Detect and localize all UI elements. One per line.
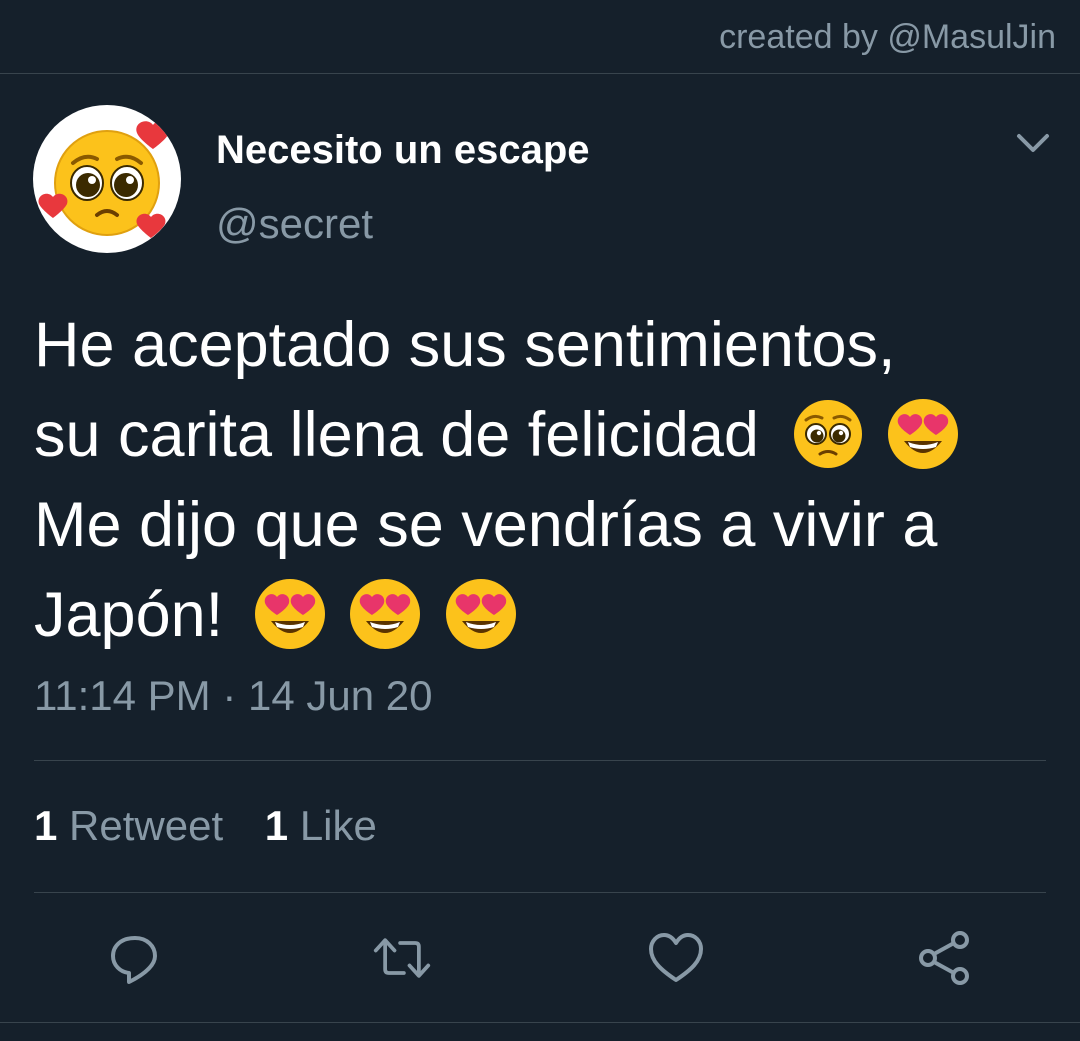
- like-label: Like: [299, 802, 377, 849]
- pleading-face-emoji-icon: [794, 400, 863, 469]
- tweet-line: Japón!: [34, 570, 1044, 660]
- chevron-down-icon[interactable]: [1016, 132, 1050, 156]
- tweet-text: He aceptado sus sentimientos, su carita …: [34, 300, 1044, 660]
- divider: [34, 892, 1046, 893]
- retweet-button[interactable]: [372, 928, 432, 988]
- heart-eyes-emoji-icon: [254, 579, 325, 650]
- divider: [34, 760, 1046, 761]
- like-icon: [649, 933, 703, 982]
- heart-eyes-emoji-icon: [350, 579, 421, 650]
- avatar[interactable]: [33, 105, 181, 253]
- pleading-face-with-hearts-icon: [38, 121, 170, 238]
- retweet-label: Retweet: [69, 802, 224, 849]
- retweet-stat[interactable]: 1 Retweet: [34, 802, 235, 849]
- author-handle[interactable]: @secret: [216, 200, 373, 248]
- share-icon: [919, 931, 969, 985]
- like-count: 1: [264, 802, 289, 849]
- heart-eyes-emoji-icon: [887, 399, 958, 470]
- tweet-stats: 1 Retweet 1 Like: [34, 802, 407, 850]
- reply-icon: [111, 936, 157, 984]
- tweet-line: su carita llena de felicidad: [34, 390, 1044, 480]
- bottom-divider: [0, 1022, 1080, 1023]
- reply-button[interactable]: [105, 928, 165, 988]
- like-button[interactable]: [646, 928, 706, 988]
- retweet-icon: [373, 938, 431, 978]
- tweet-line: Me dijo que se vendrías a vivir a: [34, 490, 938, 560]
- tweet-timestamp[interactable]: 11:14 PM · 14 Jun 20: [34, 672, 432, 720]
- tweet-line: He aceptado sus sentimientos,: [34, 310, 896, 380]
- author-name[interactable]: Necesito un escape: [216, 128, 590, 173]
- top-bar: created by @MasulJin: [0, 0, 1080, 74]
- retweet-count: 1: [34, 802, 58, 849]
- heart-eyes-emoji-icon: [445, 579, 516, 650]
- like-stat[interactable]: 1 Like: [265, 802, 377, 849]
- credit-text: created by @MasulJin: [719, 18, 1056, 56]
- share-button[interactable]: [914, 928, 974, 988]
